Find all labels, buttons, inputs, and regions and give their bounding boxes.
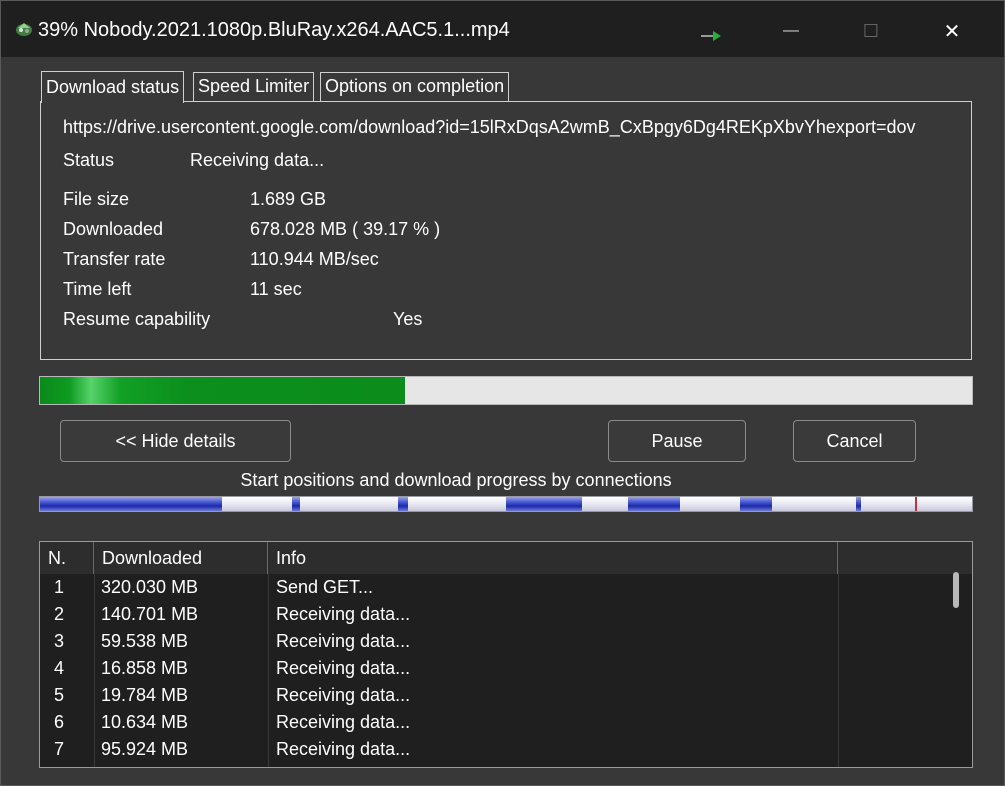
row-downloaded: 95.924 MB — [101, 739, 189, 759]
row-info: Receiving data... — [276, 604, 411, 624]
column-header-info[interactable]: Info — [268, 542, 838, 574]
transfer-rate-label: Transfer rate — [63, 249, 166, 269]
connection-segment — [628, 497, 680, 511]
table-row[interactable]: 2 140.701 MB Receiving data... — [40, 601, 940, 628]
connection-segment — [740, 497, 772, 511]
connections-table[interactable]: N. Downloaded Info 1 320.030 MB Send GET… — [39, 541, 973, 768]
row-downloaded: 320.030 MB — [101, 577, 199, 597]
download-window: 39% Nobody.2021.1080p.BluRay.x264.AAC5.1… — [0, 0, 1005, 786]
window-title: 39% Nobody.2021.1080p.BluRay.x264.AAC5.1… — [38, 19, 510, 41]
minimize-icon: — — [783, 22, 799, 39]
tab-download-status[interactable]: Download status — [41, 71, 185, 103]
row-number: 6 — [54, 712, 65, 732]
row-info: Receiving data... — [276, 685, 411, 705]
download-progress-bar — [39, 376, 973, 405]
table-row[interactable]: 7 95.924 MB Receiving data... — [40, 736, 940, 763]
row-downloaded: 19.784 MB — [101, 685, 189, 705]
resume-capability-value: Yes — [393, 309, 423, 329]
row-number: 5 — [54, 685, 65, 705]
connection-gap — [861, 497, 915, 511]
transfer-rate-value: 110.944 MB/sec — [250, 249, 379, 269]
connection-gap — [408, 497, 506, 511]
table-row[interactable]: 6 10.634 MB Receiving data... — [40, 709, 940, 736]
connection-gap — [772, 497, 856, 511]
tray-arrow-icon — [701, 31, 721, 41]
table-row[interactable]: 5 19.784 MB Receiving data... — [40, 682, 940, 709]
connection-gap — [222, 497, 292, 511]
maximize-button[interactable]: ☐ — [841, 11, 901, 51]
connection-gap — [680, 497, 740, 511]
row-number: 7 — [54, 739, 65, 759]
connection-gap — [300, 497, 398, 511]
file-size-value: 1.689 GB — [250, 189, 327, 209]
column-header-n[interactable]: N. — [40, 542, 94, 574]
cancel-button[interactable]: Cancel — [793, 420, 916, 462]
row-info: Send GET... — [276, 577, 374, 597]
status-value: Receiving data... — [190, 150, 325, 170]
minimize-button[interactable]: — — [761, 11, 821, 51]
time-left-value: 11 sec — [250, 279, 302, 299]
progress-fill — [40, 377, 406, 404]
table-row[interactable]: 3 59.538 MB Receiving data... — [40, 628, 940, 655]
connections-caption: Start positions and download progress by… — [240, 470, 672, 490]
row-info: Receiving data... — [276, 739, 411, 759]
title-bar[interactable]: 39% Nobody.2021.1080p.BluRay.x264.AAC5.1… — [1, 1, 1004, 57]
pause-button[interactable]: Pause — [608, 420, 746, 462]
row-number: 4 — [54, 658, 65, 678]
tab-speed-limiter[interactable]: Speed Limiter — [193, 72, 315, 101]
connection-segment — [292, 497, 300, 511]
connection-gap — [582, 497, 628, 511]
row-number: 2 — [54, 604, 65, 624]
row-number: 1 — [54, 577, 65, 597]
row-downloaded: 140.701 MB — [101, 604, 199, 624]
close-button[interactable]: ✕ — [922, 11, 982, 51]
row-downloaded: 16.858 MB — [101, 658, 189, 678]
connection-gap — [917, 497, 972, 511]
hide-details-button[interactable]: << Hide details — [60, 420, 291, 462]
row-info: Receiving data... — [276, 631, 411, 651]
row-downloaded: 10.634 MB — [101, 712, 189, 732]
connection-segment — [506, 497, 582, 511]
time-left-label: Time left — [63, 279, 132, 299]
downloaded-value: 678.028 MB ( 39.17 % ) — [250, 219, 441, 239]
maximize-icon: ☐ — [862, 20, 880, 41]
table-header: N. Downloaded Info — [40, 542, 972, 574]
connections-progress-bar — [39, 496, 973, 512]
row-number: 3 — [54, 631, 65, 651]
row-info: Receiving data... — [276, 658, 411, 678]
file-size-label: File size — [63, 189, 130, 209]
table-row[interactable]: 4 16.858 MB Receiving data... — [40, 655, 940, 682]
column-header-empty — [838, 542, 972, 574]
table-row[interactable]: 1 320.030 MB Send GET... — [40, 574, 940, 601]
status-label: Status — [63, 150, 115, 170]
column-header-downloaded[interactable]: Downloaded — [94, 542, 268, 574]
tab-options-on-completion[interactable]: Options on completion — [320, 72, 510, 101]
connection-segment — [40, 497, 222, 511]
scrollbar-thumb[interactable] — [953, 572, 959, 608]
download-manager-icon — [16, 23, 32, 36]
resume-capability-label: Resume capability — [63, 309, 211, 329]
row-info: Receiving data... — [276, 712, 411, 732]
download-url: https://drive.usercontent.google.com/dow… — [63, 117, 916, 137]
row-downloaded: 59.538 MB — [101, 631, 189, 651]
close-icon: ✕ — [943, 20, 961, 43]
connection-segment — [398, 497, 408, 511]
downloaded-label: Downloaded — [63, 219, 164, 239]
